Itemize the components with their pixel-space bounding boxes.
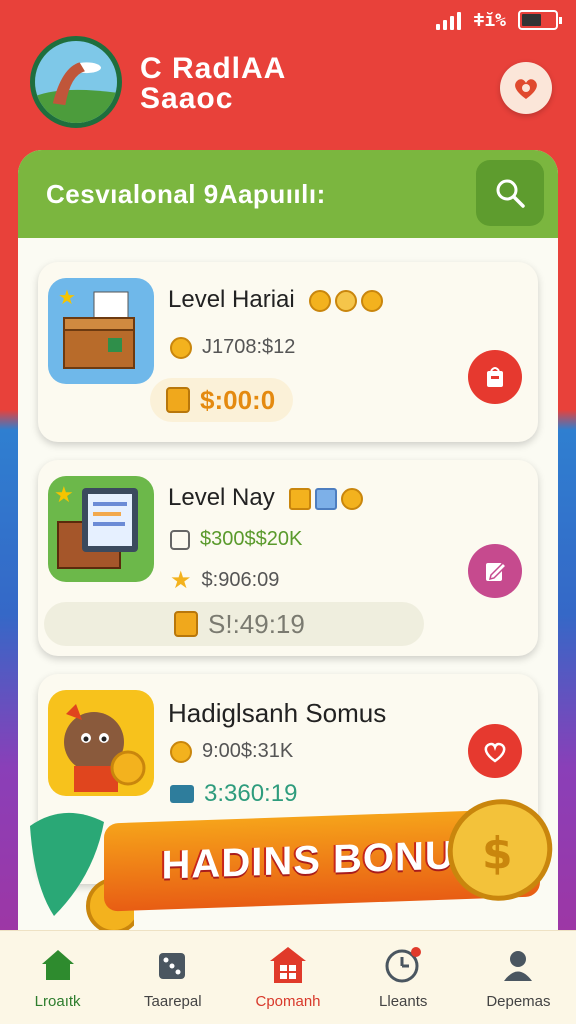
- signal-icon: [436, 10, 462, 30]
- bottom-nav: Lroaıtk Taarepal Cpomanh Lleants Depemas: [0, 930, 576, 1024]
- card-title: Level Hariai: [168, 286, 384, 314]
- home-icon: [38, 945, 78, 985]
- coin-icon: [309, 289, 332, 312]
- coin-icon: [341, 487, 364, 510]
- search-icon: [496, 179, 525, 208]
- flag-icon: [315, 487, 338, 510]
- svg-text:$: $: [482, 828, 513, 879]
- battery-icon: [518, 10, 562, 30]
- card-meta: 9:00$:31K: [170, 740, 293, 763]
- panel-header: Cesvıalonal 9Aapuıılı:: [18, 150, 558, 238]
- shop-icon: [268, 945, 308, 985]
- box-badge-icon: [289, 487, 312, 510]
- card-meta-secondary: 3:360:19: [170, 780, 297, 808]
- coin-icon: [361, 289, 384, 312]
- app-header: C RadlAA Saaoc: [0, 36, 576, 128]
- nav-item-profile[interactable]: Depemas: [461, 931, 576, 1024]
- character-icon: [48, 690, 154, 796]
- nav-item-dice[interactable]: Taarepal: [115, 931, 230, 1024]
- app-title: C RadlAA Saaoc: [140, 52, 287, 115]
- favorite-button[interactable]: [500, 62, 552, 114]
- app-logo: [30, 36, 122, 128]
- card-meta: J1708:$12: [170, 336, 295, 359]
- list-item[interactable]: ★ Level Hariai J1708:$12 $:00:0: [38, 262, 538, 442]
- edit-icon: [486, 561, 508, 581]
- card-title: Hadiglsanh Somus: [168, 698, 387, 728]
- list-item[interactable]: ★ Level Nay $300$$20K ★ $:906:09 S!:49:1…: [38, 460, 538, 656]
- coin-stack-icon: $: [447, 799, 553, 901]
- clock-icon: [383, 945, 423, 985]
- svg-text:★: ★: [58, 287, 76, 309]
- like-button[interactable]: [468, 724, 522, 778]
- card-meta-secondary: ★ $:906:09: [170, 567, 280, 594]
- search-button[interactable]: [476, 160, 544, 226]
- dice-icon: [153, 945, 193, 985]
- nav-item-home[interactable]: Lroaıtk: [0, 931, 115, 1024]
- nav-item-clock[interactable]: Lleants: [346, 931, 461, 1024]
- coin-icon: [170, 336, 192, 359]
- bag-icon: [174, 611, 198, 637]
- heart-icon: [484, 742, 506, 763]
- star-icon: ★: [170, 567, 192, 594]
- nav-item-shop[interactable]: Cpomanh: [230, 931, 345, 1024]
- network-status: ǂĭ%: [473, 9, 506, 31]
- price-pill: S!:49:19: [44, 602, 424, 646]
- badges: [309, 289, 384, 312]
- badges: [289, 487, 364, 510]
- heart-icon: [515, 79, 537, 99]
- price-pill: $:00:0: [150, 378, 294, 422]
- gift-icon: [170, 785, 194, 803]
- edit-button[interactable]: [468, 544, 522, 598]
- card-title: Level Nay: [168, 484, 364, 512]
- tablet-box-icon: ★: [48, 476, 154, 582]
- cart-icon: [487, 367, 503, 387]
- panel-title: Cesvıalonal 9Aapuıılı:: [46, 178, 326, 209]
- card-meta: $300$$20K: [170, 528, 302, 551]
- coin-icon: [170, 740, 192, 763]
- profile-icon: [498, 945, 538, 985]
- svg-text:★: ★: [54, 482, 74, 507]
- coin-icon: [335, 289, 358, 312]
- bag-icon: [166, 387, 190, 413]
- status-bar: ǂĭ%: [0, 0, 576, 40]
- clock-icon: [170, 529, 190, 550]
- cart-button[interactable]: [468, 350, 522, 404]
- box-icon: ★: [48, 278, 154, 384]
